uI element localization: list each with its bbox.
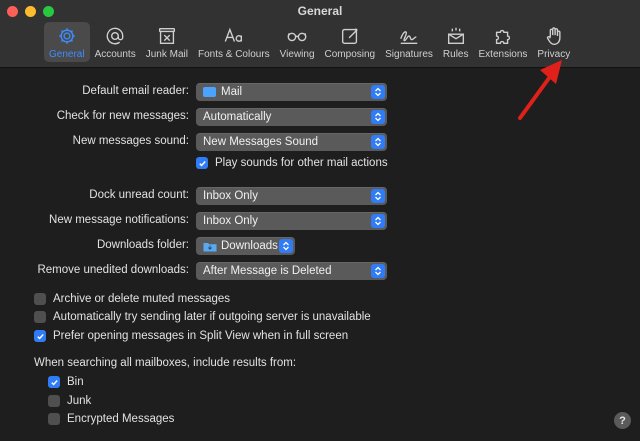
messages-sound-select[interactable]: New Messages Sound [196,133,387,151]
annotation-arrow-icon [518,60,562,120]
downloads-folder-select[interactable]: Downloads [196,237,295,255]
check-messages-select[interactable]: Automatically [196,108,387,126]
chevron-updown-icon [279,239,293,253]
chevron-updown-icon [371,189,385,203]
default-reader-label: Default email reader: [82,85,189,97]
search-junk-checkbox[interactable]: Junk [48,395,91,407]
window-title: General [297,4,343,18]
check-messages-label: Check for new messages: [56,110,189,122]
default-reader-select[interactable]: Mail [196,83,387,101]
mail-app-icon [203,87,216,97]
chevron-updown-icon [371,85,385,99]
tab-composing[interactable]: Composing [320,22,381,62]
gear-icon [58,28,75,44]
remove-downloads-select[interactable]: After Message is Deleted [196,262,387,280]
search-bin-checkbox[interactable]: Bin [48,376,84,388]
preferences-toolbar: General Accounts Junk Mail Fonts & Colou… [44,22,575,64]
glasses-icon [287,32,307,42]
play-sounds-checkbox[interactable]: Play sounds for other mail actions [196,157,388,169]
folder-icon [203,241,217,252]
tab-general[interactable]: General [44,22,90,62]
dock-unread-select[interactable]: Inbox Only [196,187,387,205]
tab-accounts[interactable]: Accounts [90,22,141,62]
notifications-select[interactable]: Inbox Only [196,212,387,230]
send-later-checkbox[interactable]: Automatically try sending later if outgo… [34,311,371,323]
checkbox-empty [48,413,60,425]
dock-unread-label: Dock unread count: [89,189,189,201]
notifications-label: New message notifications: [49,214,189,226]
tab-signatures[interactable]: Signatures [380,22,438,62]
chevron-updown-icon [371,110,385,124]
tab-fonts-colours[interactable]: Fonts & Colours [193,22,275,62]
compose-icon [341,28,358,45]
tab-rules[interactable]: Rules [438,22,474,62]
puzzle-icon [495,29,511,45]
remove-downloads-label: Remove unedited downloads: [37,264,189,276]
junk-mail-icon [158,27,175,45]
search-heading: When searching all mailboxes, include re… [34,357,297,369]
mail-preferences-window: General General Accounts Junk Mail Fonts… [0,0,640,441]
checkbox-empty [48,395,60,407]
chevron-updown-icon [371,214,385,228]
checkmark-icon [196,157,208,169]
messages-sound-label: New messages sound: [72,135,189,147]
at-icon [106,27,124,45]
chevron-updown-icon [371,264,385,278]
split-view-checkbox[interactable]: Prefer opening messages in Split View wh… [34,330,348,342]
signature-icon [400,31,418,45]
rules-icon [447,27,464,45]
checkmark-icon [48,376,60,388]
archive-muted-checkbox[interactable]: Archive or delete muted messages [34,293,230,305]
checkbox-empty [34,293,46,305]
tab-viewing[interactable]: Viewing [275,22,320,62]
downloads-folder-label: Downloads folder: [96,239,189,251]
tab-junk-mail[interactable]: Junk Mail [141,22,193,62]
chevron-updown-icon [371,135,385,149]
hand-icon [546,27,561,45]
checkbox-empty [34,311,46,323]
help-button[interactable]: ? [614,412,631,429]
search-encrypted-checkbox[interactable]: Encrypted Messages [48,413,174,425]
fonts-icon [224,27,242,42]
checkmark-icon [34,330,46,342]
